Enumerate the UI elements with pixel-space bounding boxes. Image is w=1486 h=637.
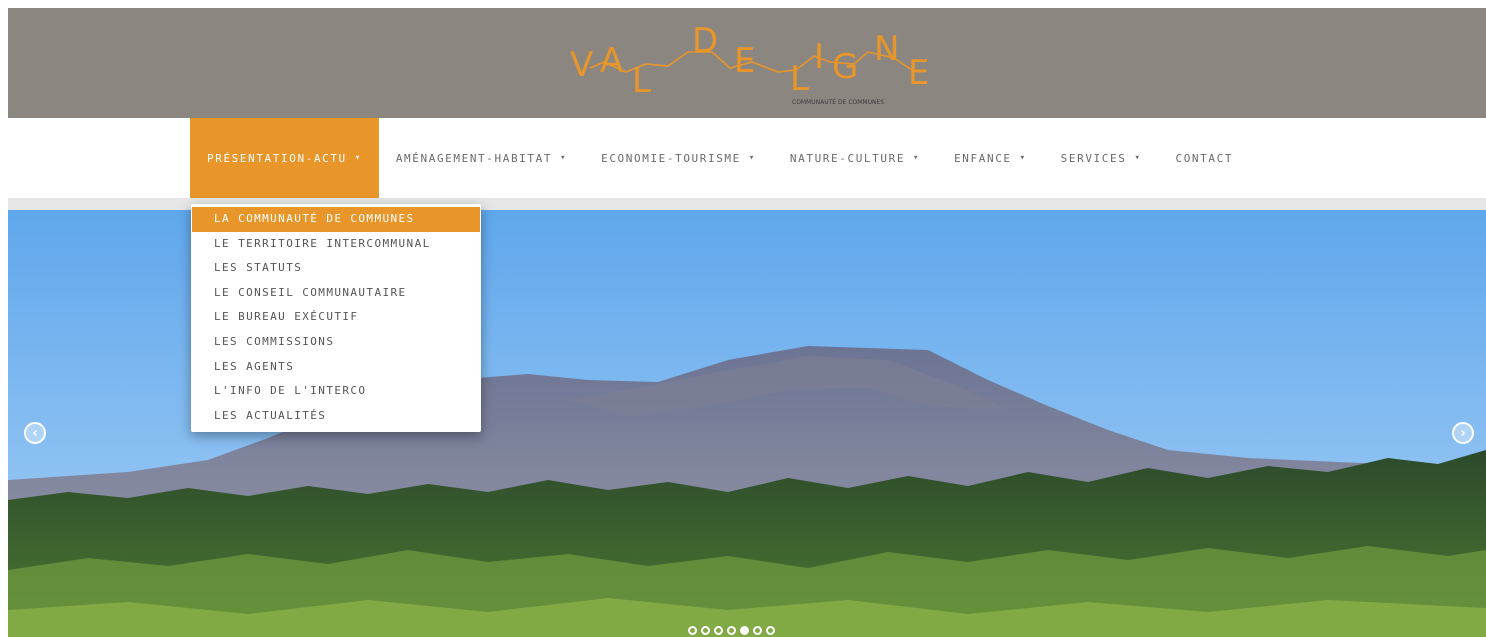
chevron-left-icon: ‹: [32, 425, 38, 441]
slider-dot[interactable]: [688, 626, 697, 635]
slider-dot[interactable]: [753, 626, 762, 635]
caret-down-icon: ▾: [354, 153, 362, 163]
nav-item-label: NATURE-CULTURE: [789, 151, 906, 165]
dropdown-item-statuts[interactable]: LES STATUTS: [192, 256, 480, 281]
slider-dot-active[interactable]: [740, 626, 749, 635]
nav-item-services[interactable]: SERVICES ▾: [1044, 118, 1159, 198]
nav-item-label: ENFANCE: [954, 151, 1012, 165]
nav-item-economie-tourisme[interactable]: ECONOMIE-TOURISME ▾: [584, 118, 773, 198]
slider-pagination: [688, 626, 775, 635]
logo-letter: V: [570, 45, 593, 85]
nav-item-label: PRÉSENTATION-ACTU: [207, 151, 347, 165]
caret-down-icon: ▾: [560, 153, 568, 163]
dropdown-item-communaute-de-communes[interactable]: LA COMMUNAUTÉ DE COMMUNES: [192, 207, 480, 232]
nav-item-label: CONTACT: [1175, 151, 1234, 165]
caret-down-icon: ▾: [748, 153, 756, 163]
caret-down-icon: ▾: [913, 153, 921, 163]
logo-letter: E: [908, 53, 929, 93]
slider-dot[interactable]: [727, 626, 736, 635]
nav-menu: PRÉSENTATION-ACTU ▾ AMÉNAGEMENT-HABITAT …: [190, 118, 1250, 198]
slider-dot[interactable]: [714, 626, 723, 635]
logo-letter: N: [874, 29, 899, 69]
logo-letter: E: [734, 41, 755, 81]
nav-item-label: AMÉNAGEMENT-HABITAT: [395, 151, 553, 165]
nav-item-presentation-actu[interactable]: PRÉSENTATION-ACTU ▾: [190, 118, 379, 198]
site-header: V A L D E L I G N E COMMUNAUTÉ DE COMMUN…: [8, 8, 1486, 118]
site-logo[interactable]: V A L D E L I G N E COMMUNAUTÉ DE COMMUN…: [564, 22, 940, 106]
nav-item-label: SERVICES: [1060, 151, 1127, 165]
slider-dot[interactable]: [701, 626, 710, 635]
page: V A L D E L I G N E COMMUNAUTÉ DE COMMUN…: [8, 8, 1486, 637]
slider-prev-button[interactable]: ‹: [24, 422, 46, 444]
nav-item-amenagement-habitat[interactable]: AMÉNAGEMENT-HABITAT ▾: [379, 118, 584, 198]
dropdown-item-conseil-communautaire[interactable]: LE CONSEIL COMMUNAUTAIRE: [192, 281, 480, 306]
nav-item-label: ECONOMIE-TOURISME: [601, 151, 741, 165]
dropdown-menu-presentation-actu: LA COMMUNAUTÉ DE COMMUNES LE TERRITOIRE …: [191, 204, 481, 433]
dropdown-item-actualites[interactable]: LES ACTUALITÉS: [192, 404, 480, 429]
nav-item-enfance[interactable]: ENFANCE ▾: [937, 118, 1044, 198]
dropdown-item-info-interco[interactable]: L'INFO DE L'INTERCO: [192, 379, 480, 404]
dropdown-item-agents[interactable]: LES AGENTS: [192, 355, 480, 380]
dropdown-item-bureau-executif[interactable]: LE BUREAU EXÉCUTIF: [192, 305, 480, 330]
slider-dot[interactable]: [766, 626, 775, 635]
caret-down-icon: ▾: [1019, 153, 1027, 163]
chevron-right-icon: ›: [1460, 425, 1466, 441]
logo-letter: G: [832, 47, 858, 87]
dropdown-item-commissions[interactable]: LES COMMISSIONS: [192, 330, 480, 355]
logo-tagline: COMMUNAUTÉ DE COMMUNES: [792, 98, 884, 106]
slider-next-button[interactable]: ›: [1452, 422, 1474, 444]
logo-letter: L: [790, 59, 809, 99]
nav-item-contact[interactable]: CONTACT: [1158, 118, 1250, 198]
logo-letter: A: [600, 41, 623, 81]
main-navigation: PRÉSENTATION-ACTU ▾ AMÉNAGEMENT-HABITAT …: [8, 118, 1486, 198]
logo-graphic: V A L D E L I G N E COMMUNAUTÉ DE COMMUN…: [570, 22, 929, 106]
logo-letter: D: [692, 22, 718, 61]
nav-item-nature-culture[interactable]: NATURE-CULTURE ▾: [773, 118, 937, 198]
dropdown-item-territoire-intercommunal[interactable]: LE TERRITOIRE INTERCOMMUNAL: [192, 232, 480, 257]
caret-down-icon: ▾: [1134, 153, 1142, 163]
logo-letter: L: [632, 61, 651, 101]
